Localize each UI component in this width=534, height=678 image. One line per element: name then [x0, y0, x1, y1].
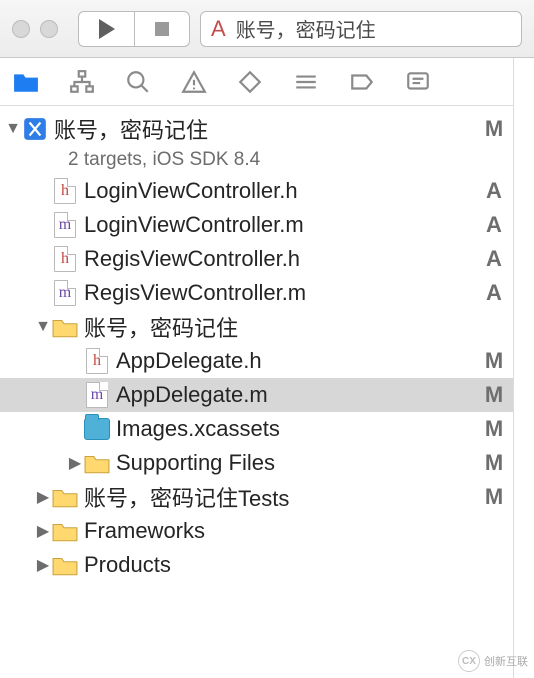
scm-status: A: [483, 212, 505, 238]
scm-status: A: [483, 246, 505, 272]
scheme-selector[interactable]: A 账号，密码记住: [200, 11, 522, 47]
scm-status: M: [483, 416, 505, 442]
debug-navigator-tab[interactable]: [292, 68, 320, 96]
disclosure-triangle[interactable]: ▶: [66, 453, 84, 473]
top-toolbar: A 账号，密码记住: [0, 0, 534, 58]
tree-row[interactable]: mLoginViewController.mA: [0, 208, 513, 242]
tree-row[interactable]: ▶ Products: [0, 548, 513, 582]
watermark: CX 创新互联: [458, 650, 528, 672]
h-icon: h: [52, 178, 78, 204]
folder-icon: [52, 518, 78, 544]
run-button[interactable]: [78, 11, 134, 47]
file-label: LoginViewController.h: [84, 178, 483, 204]
scm-status: M: [483, 382, 505, 408]
scm-status: A: [483, 178, 505, 204]
file-label: RegisViewController.h: [84, 246, 483, 272]
folder-icon: [52, 552, 78, 578]
search-icon: [125, 69, 151, 95]
file-label: Products: [84, 552, 483, 578]
project-name-label: 账号，密码记住: [54, 113, 483, 145]
scm-status: A: [483, 280, 505, 306]
tree-row[interactable]: mAppDelegate.mM: [0, 378, 513, 412]
file-label: 账号，密码记住Tests: [84, 481, 483, 513]
disclosure-triangle[interactable]: ▶: [34, 521, 52, 541]
tree-row[interactable]: Images.xcassetsM: [0, 412, 513, 446]
folder-icon: [52, 484, 78, 510]
file-label: Supporting Files: [116, 450, 483, 476]
file-label: Frameworks: [84, 518, 483, 544]
xcodeproj-icon: [22, 116, 48, 142]
scm-status: M: [483, 348, 505, 374]
m-icon: m: [52, 212, 78, 238]
file-label: 账号，密码记住: [84, 311, 483, 343]
tree-row[interactable]: hLoginViewController.hA: [0, 174, 513, 208]
log-icon: [405, 69, 431, 95]
close-window-button[interactable]: [12, 20, 30, 38]
disclosure-triangle[interactable]: ▶: [34, 555, 52, 575]
test-navigator-tab[interactable]: [236, 68, 264, 96]
scm-status: M: [483, 116, 505, 142]
scm-status: M: [483, 450, 505, 476]
h-icon: h: [52, 246, 78, 272]
app-icon: A: [211, 16, 226, 42]
issue-navigator-tab[interactable]: [180, 68, 208, 96]
window-controls: [12, 20, 58, 38]
minimize-window-button[interactable]: [40, 20, 58, 38]
scheme-label: 账号，密码记住: [236, 14, 376, 43]
project-navigator: ▼ 账号，密码记住 M 2 targets, iOS SDK 8.4 hLogi…: [0, 106, 514, 678]
project-subtitle: 2 targets, iOS SDK 8.4: [68, 149, 260, 171]
project-root-row[interactable]: ▼ 账号，密码记住 M: [0, 112, 513, 146]
file-label: AppDelegate.h: [116, 348, 483, 374]
tree-row[interactable]: ▼ 账号，密码记住: [0, 310, 513, 344]
folder-icon: [13, 69, 39, 95]
disclosure-triangle[interactable]: ▼: [34, 318, 52, 336]
report-navigator-tab[interactable]: [404, 68, 432, 96]
navigator-tabs: [0, 58, 514, 106]
assets-icon: [84, 416, 110, 442]
file-label: RegisViewController.m: [84, 280, 483, 306]
tree-row[interactable]: hRegisViewController.hA: [0, 242, 513, 276]
diamond-icon: [237, 69, 263, 95]
hierarchy-icon: [69, 69, 95, 95]
file-label: LoginViewController.m: [84, 212, 483, 238]
warning-icon: [181, 69, 207, 95]
tree-row[interactable]: hAppDelegate.hM: [0, 344, 513, 378]
scm-status: M: [483, 484, 505, 510]
project-navigator-tab[interactable]: [12, 68, 40, 96]
tree-row[interactable]: ▶ Frameworks: [0, 514, 513, 548]
breakpoint-navigator-tab[interactable]: [348, 68, 376, 96]
folder-icon: [52, 314, 78, 340]
tree-row[interactable]: ▶ Supporting FilesM: [0, 446, 513, 480]
tree-row[interactable]: mRegisViewController.mA: [0, 276, 513, 310]
breakpoint-icon: [349, 69, 375, 95]
disclosure-triangle[interactable]: ▼: [4, 120, 22, 138]
project-subtitle-row: 2 targets, iOS SDK 8.4: [0, 146, 513, 174]
m-icon: m: [84, 382, 110, 408]
symbol-navigator-tab[interactable]: [68, 68, 96, 96]
folder-icon: [84, 450, 110, 476]
h-icon: h: [84, 348, 110, 374]
tree-row[interactable]: ▶ 账号，密码记住TestsM: [0, 480, 513, 514]
disclosure-triangle[interactable]: ▶: [34, 487, 52, 507]
gauge-icon: [293, 69, 319, 95]
file-label: Images.xcassets: [116, 416, 483, 442]
watermark-text: 创新互联: [484, 653, 528, 669]
watermark-logo: CX: [458, 650, 480, 672]
m-icon: m: [52, 280, 78, 306]
play-icon: [99, 19, 115, 39]
stop-icon: [155, 22, 169, 36]
find-navigator-tab[interactable]: [124, 68, 152, 96]
file-label: AppDelegate.m: [116, 382, 483, 408]
stop-button[interactable]: [134, 11, 190, 47]
